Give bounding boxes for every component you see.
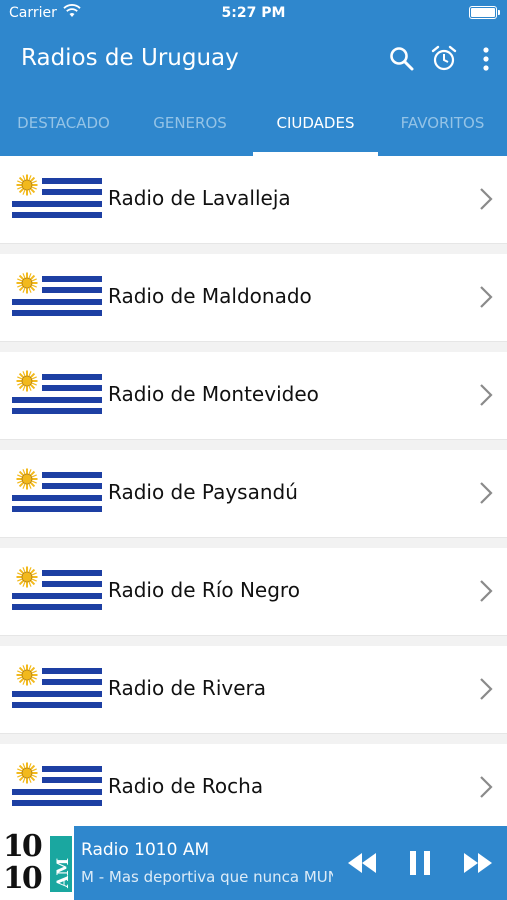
tab-destacado[interactable]: DESTACADO [0, 92, 127, 156]
uruguay-flag-icon [12, 172, 102, 224]
more-icon[interactable] [474, 44, 502, 74]
uruguay-flag-icon [12, 270, 102, 322]
list-item[interactable]: Radio de Paysandú [0, 450, 507, 538]
flag-stripe [12, 592, 102, 599]
chevron-right-icon [480, 580, 493, 602]
search-icon[interactable] [388, 44, 416, 74]
list-item-label: Radio de Lavalleja [108, 186, 291, 210]
battery-icon [469, 6, 500, 19]
flag-stripe [12, 200, 102, 207]
flag-stripe [12, 604, 102, 611]
logo-text-line1: 10 [3, 829, 43, 864]
sun-of-may-icon [16, 272, 38, 294]
flag-stripe [12, 800, 102, 807]
flag-stripe [12, 212, 102, 219]
station-logo: 10 10 AM [0, 826, 74, 900]
flag-stripe [12, 702, 102, 709]
logo-am-badge: AM [50, 836, 72, 892]
player-marquee-text: M - Mas deportiva que nunca MUNDIAL [81, 868, 333, 886]
chevron-right-icon [480, 188, 493, 210]
player-station-title: Radio 1010 AM [81, 840, 210, 860]
list-item-label: Radio de Paysandú [108, 480, 298, 504]
tab-generos[interactable]: GENEROS [127, 92, 253, 156]
sun-of-may-icon [16, 174, 38, 196]
list-item[interactable]: Radio de Maldonado [0, 254, 507, 342]
list-item-label: Radio de Rivera [108, 676, 266, 700]
flag-stripe [12, 494, 102, 501]
flag-stripe [12, 788, 102, 795]
list-item[interactable]: Radio de Río Negro [0, 548, 507, 636]
app-title: Radios de Uruguay [21, 45, 239, 71]
sun-of-may-icon [16, 762, 38, 784]
alarm-icon[interactable] [430, 44, 458, 74]
flag-stripe [12, 396, 102, 403]
pause-button[interactable] [407, 850, 433, 876]
logo-am-text: AM [53, 857, 72, 888]
tab-favoritos[interactable]: FAVORITOS [378, 92, 507, 156]
sun-of-may-icon [16, 566, 38, 588]
sun-of-may-icon [16, 468, 38, 490]
chevron-right-icon [480, 678, 493, 700]
flag-stripe [12, 506, 102, 513]
status-bar: Carrier 5:27 PM [0, 0, 507, 28]
sun-of-may-icon [16, 664, 38, 686]
uruguay-flag-icon [12, 368, 102, 420]
now-playing-bar[interactable]: 10 10 AM Radio 1010 AM M - Mas deportiva… [0, 826, 507, 900]
flag-stripe [12, 690, 102, 697]
uruguay-flag-icon [12, 466, 102, 518]
uruguay-flag-icon [12, 662, 102, 714]
flag-stripe [12, 408, 102, 415]
chevron-right-icon [480, 482, 493, 504]
tab-ciudades[interactable]: CIUDADES [253, 92, 378, 156]
list-item[interactable]: Radio de Montevideo [0, 352, 507, 440]
list-item[interactable]: Radio de Lavalleja [0, 156, 507, 244]
chevron-right-icon [480, 286, 493, 308]
chevron-right-icon [480, 384, 493, 406]
list-item-label: Radio de Rocha [108, 774, 264, 798]
list-item-label: Radio de Río Negro [108, 578, 300, 602]
app-bar: Radios de Uruguay [0, 28, 507, 92]
flag-stripe [12, 310, 102, 317]
logo-text-line2: 10 [3, 861, 43, 896]
fast-forward-button[interactable] [462, 850, 494, 876]
city-list: Radio de Lavalleja Radio de Maldonado Ra… [0, 156, 507, 842]
list-item[interactable]: Radio de Rivera [0, 646, 507, 734]
list-item-label: Radio de Montevideo [108, 382, 319, 406]
list-item-label: Radio de Maldonado [108, 284, 312, 308]
rewind-button[interactable] [346, 850, 378, 876]
uruguay-flag-icon [12, 760, 102, 812]
chevron-right-icon [480, 776, 493, 798]
tab-bar: DESTACADO GENEROS CIUDADES FAVORITOS [0, 92, 507, 156]
clock: 5:27 PM [221, 5, 286, 21]
uruguay-flag-icon [12, 564, 102, 616]
flag-stripe [12, 298, 102, 305]
list-item[interactable]: Radio de Rocha [0, 744, 507, 832]
sun-of-may-icon [16, 370, 38, 392]
